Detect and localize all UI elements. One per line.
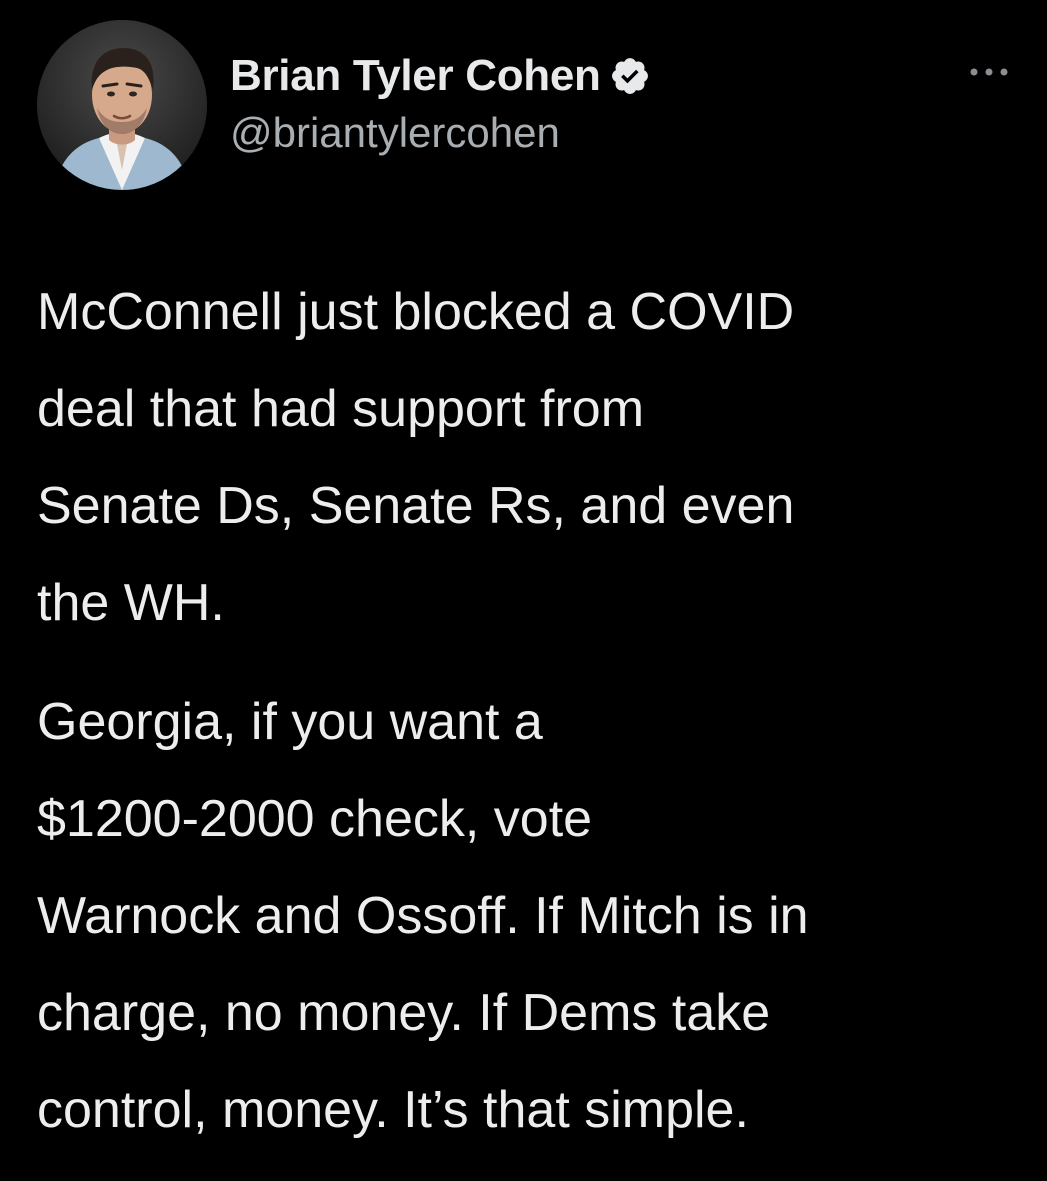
tweet-line: McConnell just blocked a COVID xyxy=(37,283,795,341)
tweet-line: the WH. xyxy=(37,574,225,632)
tweet-text: McConnell just blocked a COVID deal that… xyxy=(37,264,1027,1159)
avatar[interactable] xyxy=(37,20,207,190)
profile-photo-icon xyxy=(37,20,207,190)
tweet-line: control, money. It’s that simple. xyxy=(37,1081,749,1139)
tweet-header: Brian Tyler Cohen @briantylercohen xyxy=(37,18,1017,190)
author-handle[interactable]: @briantylercohen xyxy=(230,109,560,157)
tweet-line: Senate Ds, Senate Rs, and even xyxy=(37,477,795,535)
author-display-name[interactable]: Brian Tyler Cohen xyxy=(230,51,601,101)
tweet-line: charge, no money. If Dems take xyxy=(37,984,771,1042)
tweet-line: $1200-2000 check, vote xyxy=(37,790,593,848)
tweet-line: Georgia, if you want a xyxy=(37,693,543,751)
author-name-row: Brian Tyler Cohen xyxy=(230,50,651,102)
more-options-icon[interactable] xyxy=(965,58,1013,86)
tweet-paragraph-1: McConnell just blocked a COVID deal that… xyxy=(37,264,1027,652)
tweet-paragraph-2: Georgia, if you want a $1200-2000 check,… xyxy=(37,674,1027,1159)
verified-badge-icon xyxy=(609,55,651,97)
tweet-line: deal that had support from xyxy=(37,380,645,438)
tweet-card: Brian Tyler Cohen @briantylercohen McCon… xyxy=(0,0,1047,1181)
tweet-line: Warnock and Ossoff. If Mitch is in xyxy=(37,887,809,945)
